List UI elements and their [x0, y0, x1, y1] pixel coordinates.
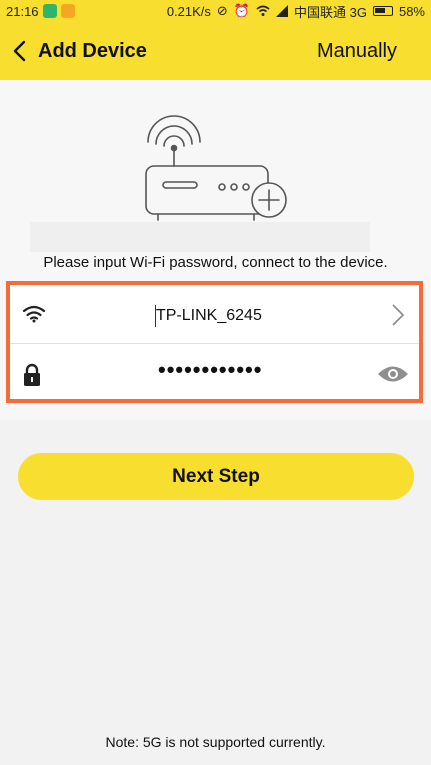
lock-icon: [24, 363, 40, 386]
back-button[interactable]: [0, 22, 38, 80]
chevron-right-icon[interactable]: [391, 303, 405, 327]
wifi-status-icon: [256, 5, 270, 16]
battery-icon: [372, 6, 393, 16]
status-bar: 21:16 0.21K/s ⊘ ⏰ 中国联通 3G 58%: [0, 0, 431, 22]
footer-note: Note: 5G is not supported currently.: [105, 734, 326, 750]
wifi-form: TP-LINK_6245 ••••••••••••: [6, 281, 423, 403]
mute-icon: ⊘: [216, 3, 228, 18]
ssid-row[interactable]: TP-LINK_6245: [10, 287, 419, 344]
status-time: 21:16: [6, 3, 39, 19]
manually-button[interactable]: Manually: [317, 40, 397, 63]
app-notification-icon: [42, 4, 57, 18]
network-speed: 0.21K/s: [166, 3, 211, 19]
alarm-icon: ⏰: [233, 3, 250, 18]
back-icon: [13, 40, 26, 62]
carrier-label: 中国联通 3G: [294, 4, 367, 20]
password-row[interactable]: ••••••••••••: [10, 345, 419, 402]
next-step-button[interactable]: Next Step: [18, 453, 414, 500]
password-field[interactable]: ••••••••••••: [158, 357, 262, 383]
ssid-field[interactable]: TP-LINK_6245: [156, 307, 262, 325]
page-title: Add Device: [38, 39, 147, 62]
router-illustration: [145, 115, 287, 221]
battery-percent: 58%: [398, 3, 425, 19]
app-header: Add Device Manually: [0, 22, 431, 80]
signal-icon: [276, 5, 288, 17]
instruction-text: Please input Wi-Fi password, connect to …: [43, 254, 388, 271]
wifi-icon: [22, 305, 46, 323]
illustration-backdrop: [30, 222, 370, 252]
app-notification-icon: [60, 4, 75, 18]
eye-icon[interactable]: [377, 365, 409, 383]
